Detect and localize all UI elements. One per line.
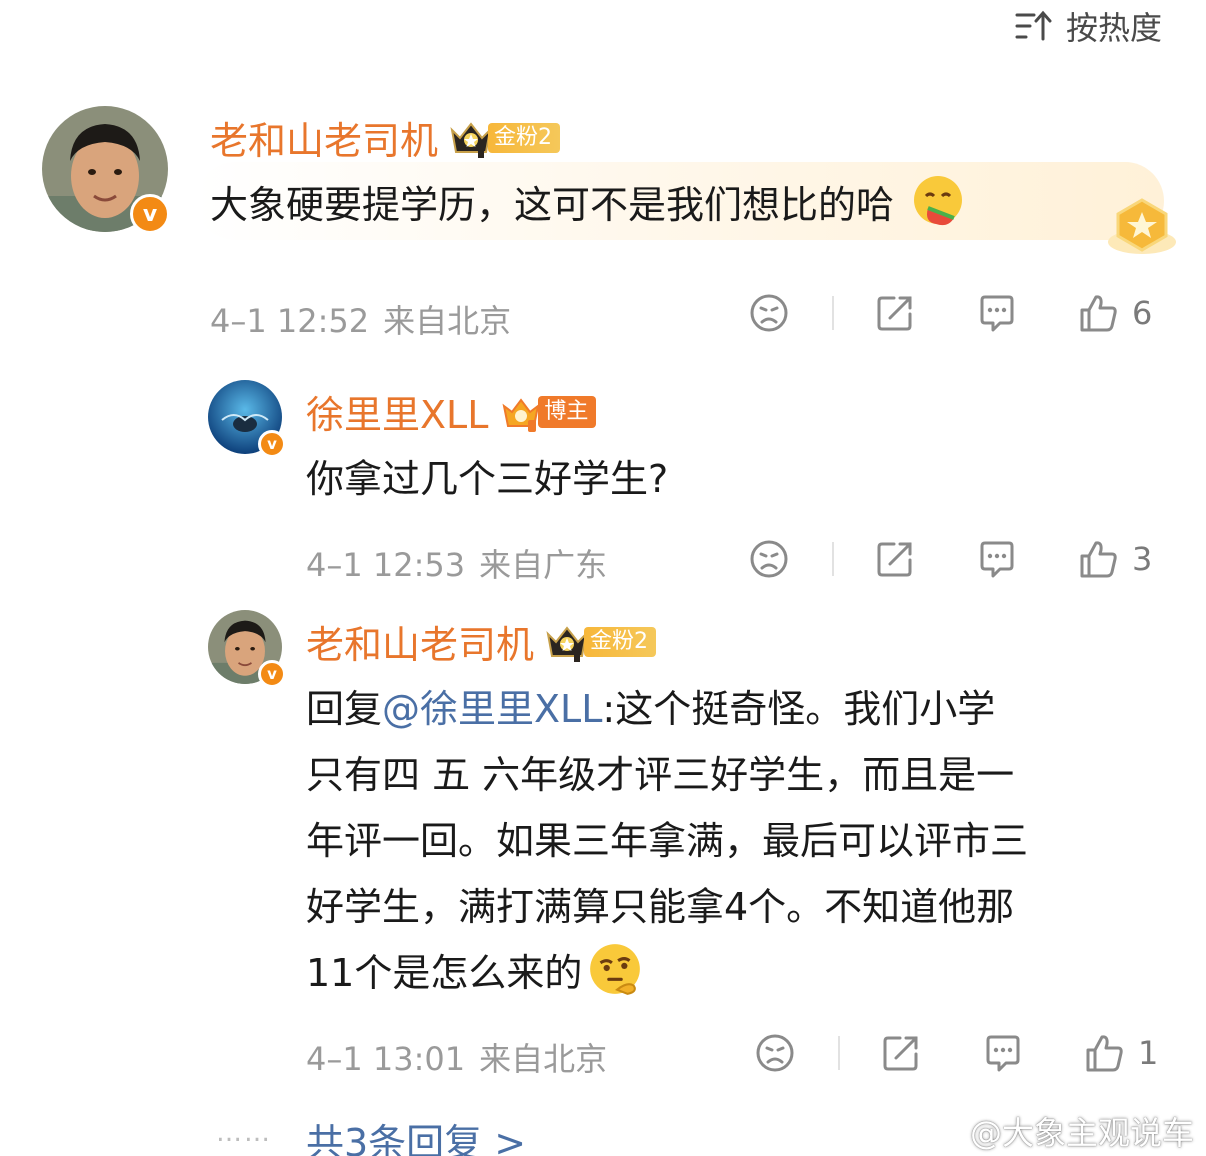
comment-time: 4–1 13:01 [306, 1040, 466, 1078]
thread-dots: …… [216, 1118, 272, 1148]
comment-location: 来自北京 [479, 1040, 608, 1078]
thinking-emoji-icon [590, 944, 641, 995]
comment-text: 大象硬要提学历，这可不是我们想比的哈 [210, 183, 895, 227]
divider [838, 1036, 840, 1070]
verified-badge-icon: v [258, 430, 286, 458]
like-icon[interactable] [1084, 1032, 1126, 1074]
verified-badge-icon: v [258, 660, 286, 688]
view-all-replies-link[interactable]: 共3条回复 > [306, 1112, 526, 1156]
divider [832, 296, 834, 330]
sort-label: 按热度 [1065, 9, 1162, 47]
like-count: 3 [1132, 540, 1153, 578]
divider [832, 542, 834, 576]
comment-meta: 4–1 12:53 来自广东 [306, 540, 607, 586]
dislike-icon[interactable] [748, 292, 790, 334]
comment-location: 来自北京 [383, 302, 512, 340]
comment-line: 回复@徐里里XLL:这个挺奇怪。我们小学 [306, 676, 1186, 742]
watermark: @大象主观说车 [918, 1108, 1194, 1154]
reply-prefix: 回复 [306, 687, 383, 731]
share-icon[interactable] [880, 1032, 922, 1074]
comment-time: 4–1 12:53 [306, 546, 466, 584]
comment-body: 大象硬要提学历，这可不是我们想比的哈 [210, 172, 966, 238]
username[interactable]: 老和山老司机 [210, 110, 438, 165]
comment-meta: 4–1 13:01 来自北京 [306, 1034, 607, 1080]
username[interactable]: 徐里里XLL [306, 384, 488, 439]
dislike-icon[interactable] [748, 538, 790, 580]
share-icon[interactable] [874, 292, 916, 334]
like-icon[interactable] [1078, 538, 1120, 580]
comment-line: 11个是怎么来的 [306, 940, 1186, 1006]
comment-text: :这个挺奇怪。我们小学 [602, 687, 996, 731]
fan-label: 金粉2 [488, 122, 561, 153]
mention-link[interactable]: @徐里里XLL [382, 687, 602, 731]
like-icon[interactable] [1078, 292, 1120, 334]
sort-by-hot-button[interactable]: 按热度 [1014, 6, 1162, 47]
dislike-icon[interactable] [754, 1032, 796, 1074]
top-comment-medal-icon [1108, 198, 1176, 254]
sort-icon [1015, 10, 1052, 41]
comment-text: 11个是怎么来的 [306, 951, 583, 995]
fan-level-badge[interactable]: 金粉2 [448, 118, 561, 158]
host-badge[interactable]: 博主 [498, 392, 597, 432]
comment-time: 4–1 12:52 [210, 302, 370, 340]
reply-icon[interactable] [976, 292, 1018, 334]
fan-level-badge[interactable]: 金粉2 [544, 622, 657, 662]
share-icon[interactable] [874, 538, 916, 580]
comment-line: 只有四 五 六年级才评三好学生，而且是一 [306, 753, 1015, 797]
reply-icon[interactable] [982, 1032, 1024, 1074]
username[interactable]: 老和山老司机 [306, 614, 534, 669]
eating-watermelon-emoji-icon [914, 176, 963, 226]
like-count: 1 [1138, 1034, 1159, 1072]
comment-text: 你拿过几个三好学生? [306, 457, 669, 501]
host-label: 博主 [538, 395, 597, 428]
fan-label: 金粉2 [584, 626, 657, 657]
comment-location: 来自广东 [479, 546, 608, 584]
comment-meta: 4–1 12:52 来自北京 [210, 296, 511, 342]
comment-line: 年评一回。如果三年拿满，最后可以评市三 [306, 819, 1029, 863]
comment-body: 回复@徐里里XLL:这个挺奇怪。我们小学 只有四 五 六年级才评三好学生，而且是… [306, 676, 1186, 1006]
verified-badge-icon: v [130, 194, 170, 234]
watermark-text: @大象主观说车 [969, 1114, 1194, 1152]
reply-icon[interactable] [976, 538, 1018, 580]
comment-line: 好学生，满打满算只能拿4个。不知道他那 [306, 885, 1015, 929]
weibo-logo-icon [919, 1115, 962, 1148]
like-count: 6 [1132, 294, 1153, 332]
